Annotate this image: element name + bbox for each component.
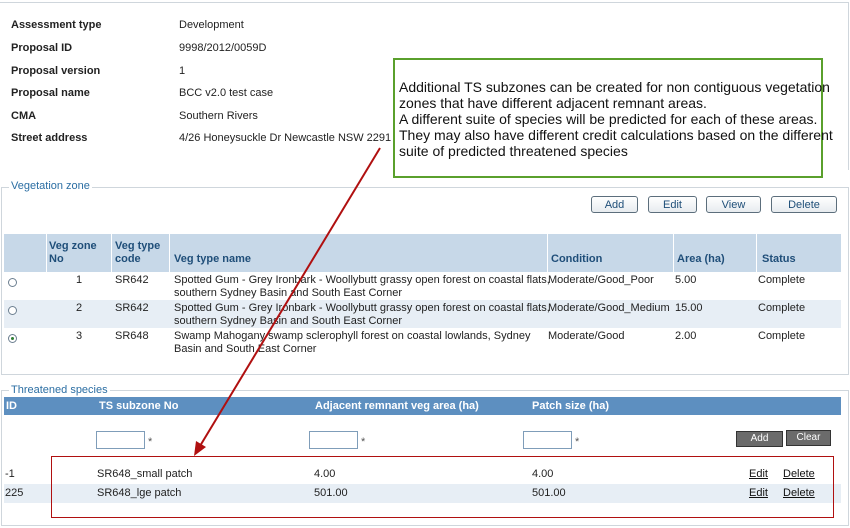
annotation-arrow: [194, 147, 381, 456]
